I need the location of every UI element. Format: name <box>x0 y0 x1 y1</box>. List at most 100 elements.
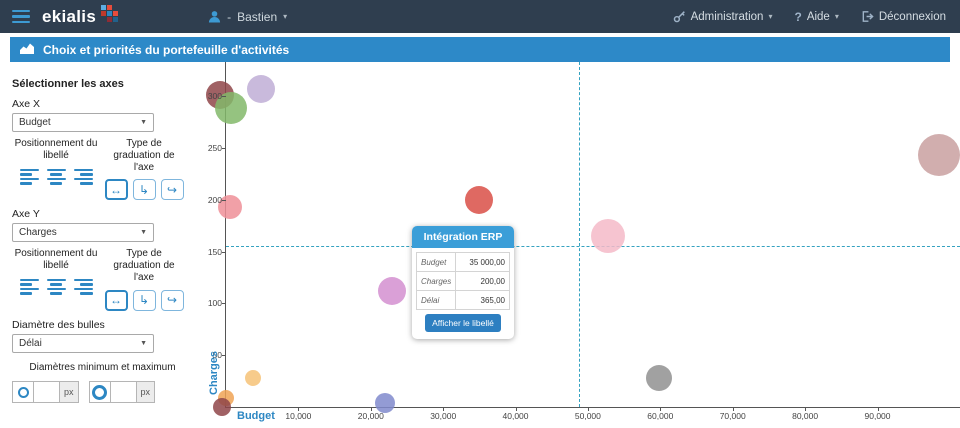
bubble-diameter-select[interactable]: Délai ▼ <box>12 333 154 353</box>
max-diameter-input[interactable] <box>109 381 137 404</box>
y-tick-mark <box>222 355 226 357</box>
axe-x-value: Budget <box>19 117 51 128</box>
tooltip-row: Budget 35 000,00 <box>415 252 510 272</box>
chart-icon <box>20 41 34 59</box>
tooltip-row: Délai 365,00 <box>415 290 510 310</box>
page-titlebar: Choix et priorités du portefeuille d'act… <box>10 37 950 62</box>
chart-bubble[interactable] <box>918 134 960 177</box>
help-label: Aide <box>806 10 830 23</box>
label-position-heading: Positionnement du libellé <box>14 138 98 161</box>
tooltip-table: Budget 35 000,00 Charges 200,00 Délai 36… <box>415 252 510 310</box>
x-tick-label: 60,000 <box>647 411 674 421</box>
key-icon <box>673 10 686 23</box>
select-caret-icon: ▼ <box>140 119 147 126</box>
tooltip-row-label: Charges <box>415 271 457 291</box>
y-tick-label: 250 <box>207 143 222 153</box>
user-icon <box>208 10 221 23</box>
admin-label: Administration <box>690 10 764 23</box>
y-axis-label: Charges <box>208 350 220 395</box>
brand-pixels-icon <box>101 5 119 22</box>
user-menu[interactable]: - Bastien ▾ <box>208 10 287 24</box>
x-tick-label: 30,000 <box>430 411 457 421</box>
tooltip-row-label: Délai <box>415 290 457 310</box>
diameters-heading: Diamètres minimum et maximum <box>29 361 176 373</box>
x-tick-label: 90,000 <box>864 411 891 421</box>
axis-type-linear-icon[interactable]: ↔ <box>104 289 128 311</box>
tooltip-row-value: 35 000,00 <box>455 252 510 272</box>
axis-type-curve-icon[interactable]: ↪ <box>160 179 184 201</box>
logout-label: Déconnexion <box>878 10 946 23</box>
label-position-heading: Positionnement du libellé <box>14 248 98 272</box>
tooltip-row-value: 200,00 <box>455 271 510 291</box>
label-position-left-icon[interactable] <box>19 278 39 295</box>
logout-button[interactable]: Déconnexion <box>861 10 946 23</box>
caret-down-icon: ▾ <box>768 12 773 21</box>
menu-icon[interactable] <box>12 9 30 24</box>
x-tick-label: 40,000 <box>502 411 529 421</box>
axe-x-label: Axe X <box>12 98 41 110</box>
axis-type-wrap-icon[interactable]: ↳ <box>132 289 156 311</box>
chart-bubble[interactable] <box>246 74 275 103</box>
tooltip-row-value: 365,00 <box>455 290 510 310</box>
tooltip-row: Charges 200,00 <box>415 271 510 291</box>
y-tick-mark <box>222 96 226 98</box>
page-title: Choix et priorités du portefeuille d'act… <box>43 42 290 57</box>
crosshair-horizontal-line <box>226 246 960 248</box>
y-tick-mark <box>222 199 226 201</box>
label-position-right-icon[interactable] <box>73 168 93 185</box>
chart-bubble[interactable] <box>591 219 626 254</box>
x-tick-label: 50,000 <box>574 411 601 421</box>
axe-y-value: Charges <box>19 227 57 239</box>
label-position-center-icon[interactable] <box>46 168 66 185</box>
x-axis-label: Budget <box>237 410 275 422</box>
max-diameter-group: px <box>88 381 156 404</box>
axis-type-linear-icon[interactable]: ↔ <box>104 179 128 201</box>
afficher-libelle-button[interactable]: Afficher le libellé <box>425 314 501 332</box>
axis-graduation-heading: Type de graduation de l'axe <box>113 138 175 173</box>
y-tick-label: 300 <box>207 91 222 102</box>
min-circle-icon <box>12 381 33 404</box>
help-icon: ? <box>794 9 802 24</box>
axe-y-label: Axe Y <box>12 208 40 221</box>
y-tick-mark <box>222 251 226 253</box>
brand-logo[interactable]: ekialis <box>42 5 119 27</box>
chart-bubble[interactable] <box>645 365 672 391</box>
axe-y-select[interactable]: Charges ▼ <box>12 223 154 243</box>
min-diameter-group: px <box>12 381 79 404</box>
min-px-unit: px <box>60 381 79 404</box>
bubble-diameter-label: Diamètre des bulles <box>12 318 105 331</box>
top-navbar: ekialis - Bastien ▾ Administration ▾ ? A… <box>0 0 960 33</box>
label-position-right-icon[interactable] <box>73 278 93 295</box>
admin-menu[interactable]: Administration ▾ <box>673 10 773 23</box>
bubble-tooltip: Intégration ERP Budget 35 000,00 Charges… <box>412 226 514 339</box>
x-tick-label: 10,000 <box>285 411 312 421</box>
chart-bubble[interactable] <box>375 392 396 413</box>
plot-area[interactable]: 10,000 20,000 30,000 40,000 50,000 60,000 70,0… <box>206 62 960 421</box>
sidebar: Sélectionner les axes Axe X Budget ▼ Pos… <box>0 62 205 428</box>
chart-bubble[interactable] <box>213 398 232 416</box>
chart-bubble[interactable] <box>377 277 406 305</box>
max-px-unit: px <box>136 381 156 404</box>
max-circle-icon <box>88 381 110 404</box>
logout-icon <box>861 10 874 23</box>
axe-x-select[interactable]: Budget ▼ <box>12 113 154 132</box>
axis-type-curve-icon[interactable]: ↪ <box>160 289 184 311</box>
chart-area: 10,000 20,000 30,000 40,000 50,000 60,000 70,0… <box>205 62 960 428</box>
y-tick-mark <box>222 148 226 149</box>
select-caret-icon: ▼ <box>140 229 147 237</box>
x-tick-label: 20,000 <box>357 411 384 421</box>
axes-section-title: Sélectionner les axes <box>12 78 124 90</box>
axis-type-wrap-icon[interactable]: ↳ <box>132 179 156 201</box>
y-tick-label: 100 <box>207 298 222 309</box>
help-menu[interactable]: ? Aide ▾ <box>794 10 838 24</box>
min-diameter-input[interactable] <box>33 381 60 404</box>
user-prefix: - <box>227 9 232 24</box>
chart-bubble[interactable] <box>244 370 261 386</box>
bubble-diameter-value: Délai <box>19 337 42 349</box>
label-position-left-icon[interactable] <box>19 168 39 185</box>
caret-down-icon: ▾ <box>283 12 288 21</box>
user-name: Bastien <box>237 9 278 24</box>
chart-bubble[interactable] <box>465 185 494 214</box>
axis-graduation-heading: Type de graduation de l'axe <box>113 248 175 283</box>
label-position-center-icon[interactable] <box>46 278 66 295</box>
